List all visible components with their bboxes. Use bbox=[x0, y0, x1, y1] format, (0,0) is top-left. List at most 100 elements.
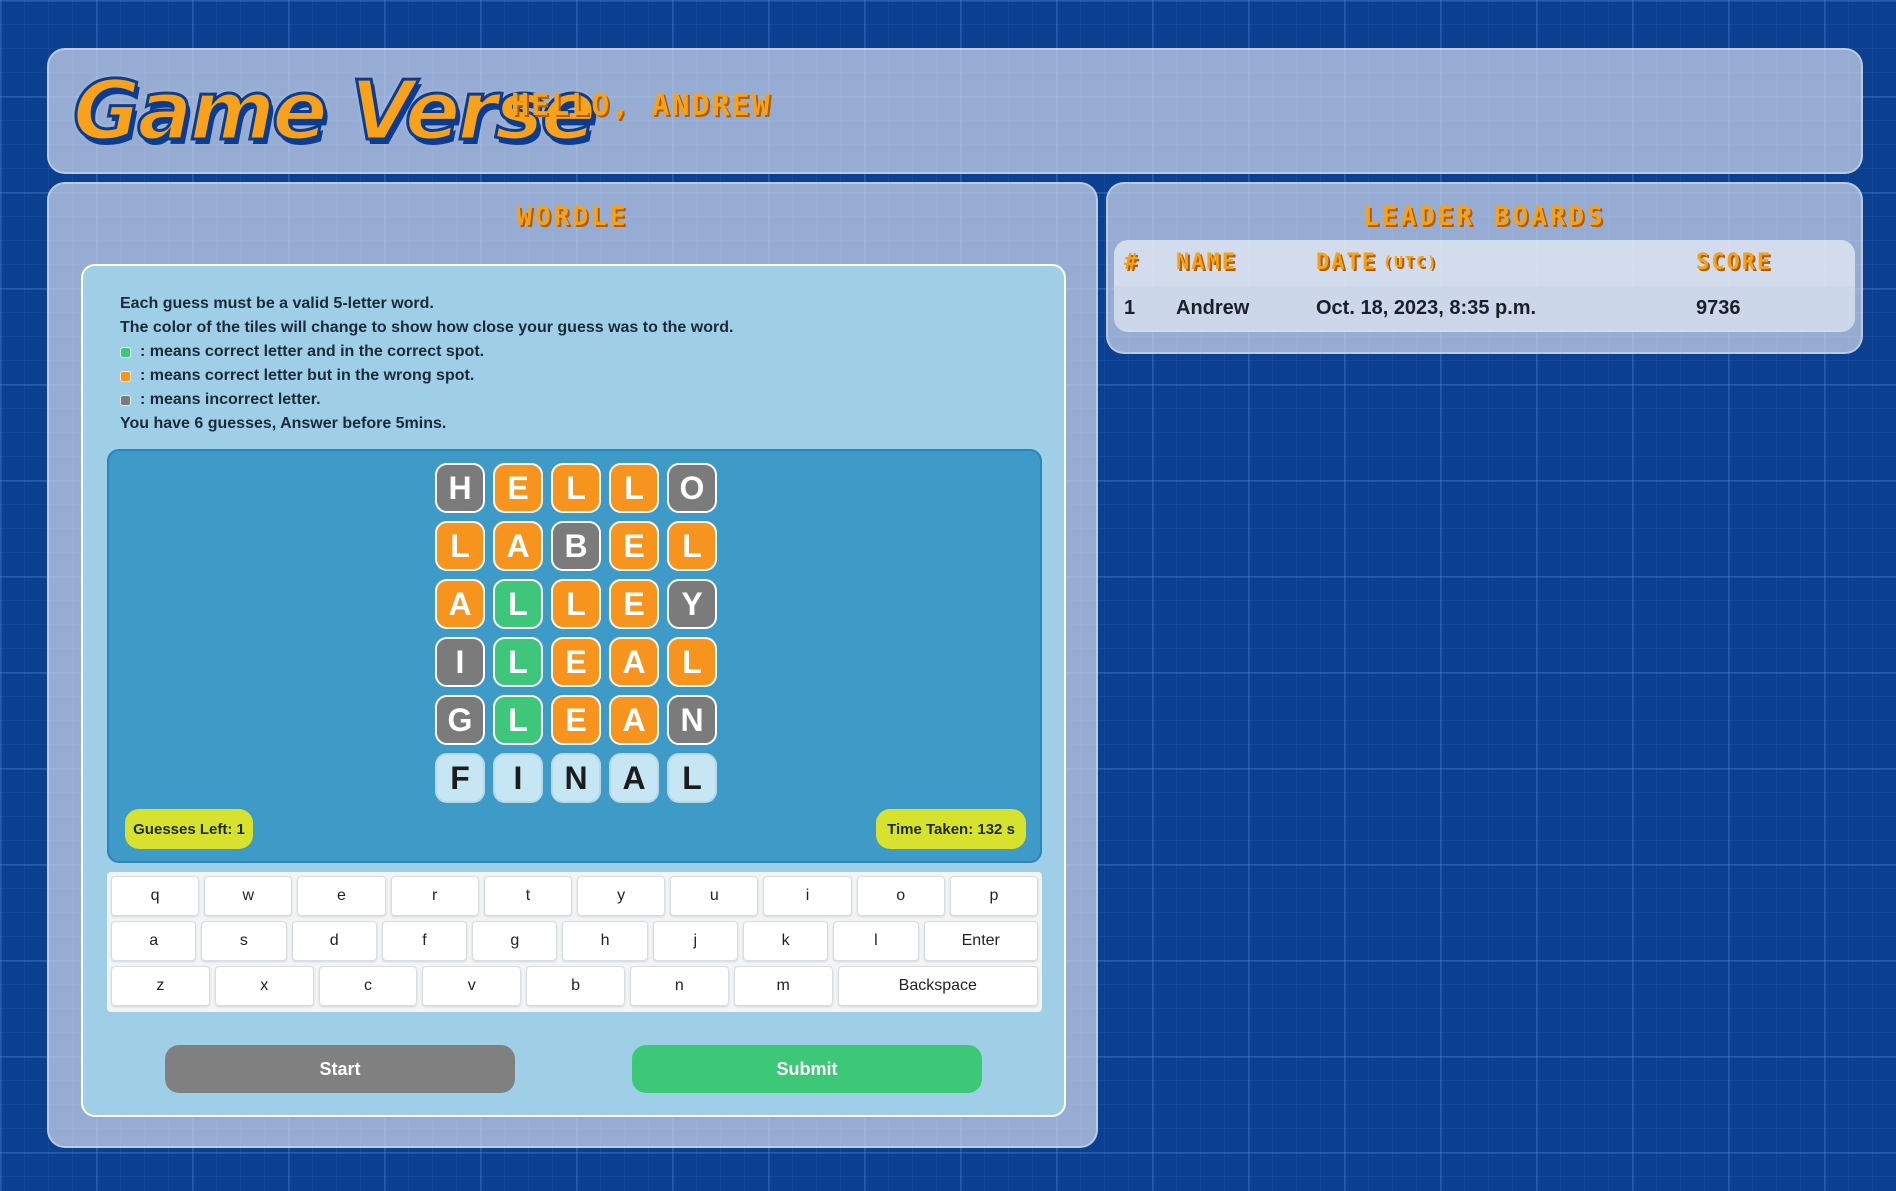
key-a[interactable]: a bbox=[111, 921, 197, 961]
letter-tile: A bbox=[609, 695, 659, 745]
key-d[interactable]: d bbox=[291, 921, 377, 961]
legend-present: : means correct letter but in the wrong … bbox=[120, 364, 1000, 388]
gray-dot-icon bbox=[120, 394, 131, 406]
on-screen-keyboard: qwertyuiop a s d f g h j k l Enter z x c v b n m Backspa… bbox=[107, 872, 1042, 1012]
letter-tile: L bbox=[435, 521, 485, 571]
rule-line: Each guess must be a valid 5-letter word… bbox=[120, 295, 434, 312]
letter-tile: E bbox=[493, 463, 543, 513]
letter-tile: E bbox=[609, 521, 659, 571]
wordle-card: Each guess must be a valid 5-letter word… bbox=[81, 264, 1066, 1117]
legend-present-text: : means correct letter but in the wrong … bbox=[140, 367, 475, 384]
keyboard-row-3: z x c v b n m Backspace bbox=[111, 966, 1039, 1006]
letter-tile: E bbox=[609, 579, 659, 629]
key-s[interactable]: s bbox=[201, 921, 287, 961]
row-name: Andrew bbox=[1176, 296, 1250, 319]
rule-line: You have 6 guesses, Answer before 5mins. bbox=[120, 415, 447, 432]
header-rank: # bbox=[1124, 249, 1140, 275]
header-bar: Game Verse HELLO, ANDREW bbox=[47, 48, 1863, 174]
key-h[interactable]: h bbox=[562, 921, 648, 961]
user-greeting: HELLO, ANDREW bbox=[511, 88, 772, 123]
submit-button[interactable]: Submit bbox=[632, 1045, 982, 1093]
key-p[interactable]: p bbox=[949, 876, 1039, 916]
key-q[interactable]: q bbox=[111, 876, 200, 916]
key-enter[interactable]: Enter bbox=[923, 921, 1038, 961]
key-r[interactable]: r bbox=[390, 876, 479, 916]
letter-tile: L bbox=[551, 579, 601, 629]
green-dot-icon bbox=[120, 346, 131, 358]
letter-tile: Y bbox=[667, 579, 717, 629]
rule-line: The color of the tiles will change to sh… bbox=[120, 319, 734, 336]
header-name: NAME bbox=[1176, 249, 1237, 275]
key-f[interactable]: f bbox=[381, 921, 468, 961]
leaderboard-panel: LEADER BOARDS # NAME DATE (UTC) SCORE 1 … bbox=[1106, 182, 1863, 354]
key-u[interactable]: u bbox=[670, 876, 759, 916]
letter-tile: N bbox=[551, 753, 601, 803]
key-l[interactable]: l bbox=[833, 921, 919, 961]
leaderboard-title: LEADER BOARDS bbox=[1363, 202, 1606, 232]
key-k[interactable]: k bbox=[742, 921, 829, 961]
letter-tile: O bbox=[667, 463, 717, 513]
key-v[interactable]: v bbox=[422, 966, 522, 1006]
key-i[interactable]: i bbox=[763, 876, 852, 916]
letter-tile: G bbox=[435, 695, 485, 745]
tile-grid: HELLOLABELALLEYILEALGLEANFINAL bbox=[435, 463, 721, 803]
keyboard-row-2: a s d f g h j k l Enter bbox=[111, 921, 1038, 961]
leaderboard-table: # NAME DATE (UTC) SCORE 1 Andrew Oct. 18… bbox=[1114, 240, 1855, 332]
key-backspace[interactable]: Backspace bbox=[837, 966, 1039, 1006]
row-rank: 1 bbox=[1124, 296, 1136, 319]
key-c[interactable]: c bbox=[318, 966, 418, 1006]
keyboard-row-1: qwertyuiop bbox=[111, 876, 1039, 916]
legend-correct: : means correct letter and in the correc… bbox=[120, 340, 1000, 364]
letter-tile: E bbox=[551, 637, 601, 687]
wordle-panel: WORDLE Each guess must be a valid 5-lett… bbox=[47, 182, 1098, 1148]
letter-tile: L bbox=[493, 637, 543, 687]
game-board: HELLOLABELALLEYILEALGLEANFINAL Guesses L… bbox=[107, 449, 1042, 863]
legend-correct-text: : means correct letter and in the correc… bbox=[140, 343, 485, 360]
letter-tile: L bbox=[667, 521, 717, 571]
letter-tile: N bbox=[667, 695, 717, 745]
letter-tile: H bbox=[435, 463, 485, 513]
guesses-left-badge: Guesses Left: 1 bbox=[125, 809, 253, 849]
leaderboard-header-row: # NAME DATE (UTC) SCORE bbox=[1114, 240, 1855, 284]
letter-tile: A bbox=[609, 637, 659, 687]
key-w[interactable]: w bbox=[204, 876, 293, 916]
letter-tile: L bbox=[609, 463, 659, 513]
key-n[interactable]: n bbox=[629, 966, 729, 1006]
legend-absent-text: : means incorrect letter. bbox=[140, 391, 321, 408]
row-score: 9736 bbox=[1696, 296, 1741, 319]
letter-tile: L bbox=[667, 753, 717, 803]
letter-tile: L bbox=[667, 637, 717, 687]
orange-dot-icon bbox=[120, 370, 131, 382]
header-date-suffix: (UTC) bbox=[1382, 253, 1439, 271]
letter-tile: I bbox=[493, 753, 543, 803]
key-x[interactable]: x bbox=[214, 966, 314, 1006]
game-verse-logo[interactable]: Game Verse bbox=[72, 54, 598, 170]
key-b[interactable]: b bbox=[526, 966, 625, 1006]
key-z[interactable]: z bbox=[111, 966, 210, 1006]
letter-tile: B bbox=[551, 521, 601, 571]
wordle-title: WORDLE bbox=[516, 202, 629, 232]
table-row: 1 Andrew Oct. 18, 2023, 8:35 p.m. 9736 bbox=[1114, 286, 1855, 330]
legend-absent: : means incorrect letter. bbox=[120, 388, 1000, 412]
letter-tile: I bbox=[435, 637, 485, 687]
key-g[interactable]: g bbox=[472, 921, 558, 961]
letter-tile: L bbox=[493, 579, 543, 629]
key-m[interactable]: m bbox=[733, 966, 833, 1006]
time-taken-badge: Time Taken: 132 s bbox=[876, 809, 1026, 849]
rules-text: Each guess must be a valid 5-letter word… bbox=[120, 292, 1000, 436]
letter-tile: F bbox=[435, 753, 485, 803]
header-date: DATE (UTC) bbox=[1316, 240, 1438, 284]
start-button[interactable]: Start bbox=[165, 1045, 515, 1093]
letter-tile: L bbox=[493, 695, 543, 745]
key-y[interactable]: y bbox=[577, 876, 666, 916]
key-t[interactable]: t bbox=[483, 876, 573, 916]
key-o[interactable]: o bbox=[856, 876, 945, 916]
letter-tile: A bbox=[435, 579, 485, 629]
key-j[interactable]: j bbox=[652, 921, 738, 961]
header-score: SCORE bbox=[1696, 249, 1773, 275]
letter-tile: A bbox=[493, 521, 543, 571]
letter-tile: L bbox=[551, 463, 601, 513]
header-date-label: DATE bbox=[1316, 249, 1377, 275]
letter-tile: E bbox=[551, 695, 601, 745]
key-e[interactable]: e bbox=[297, 876, 386, 916]
